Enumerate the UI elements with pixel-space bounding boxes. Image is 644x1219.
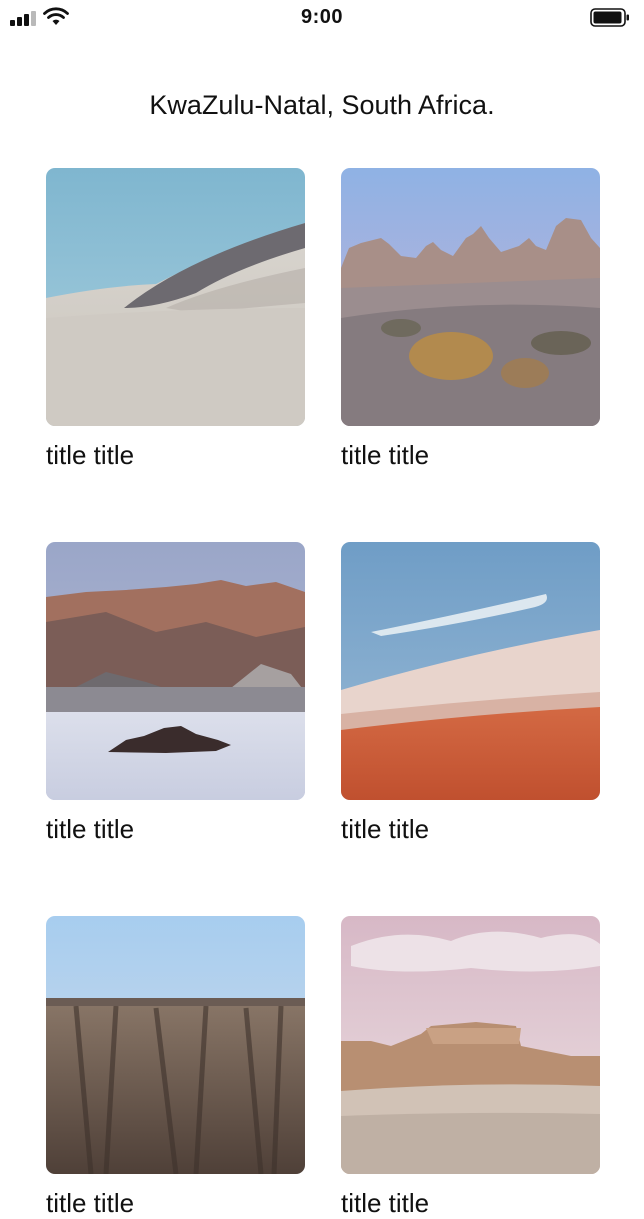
gallery-card[interactable]: title title: [46, 916, 305, 1219]
card-title: title title: [46, 1188, 135, 1218]
mountains-salt-flat-image[interactable]: [46, 542, 305, 800]
status-bar: 9:00: [0, 0, 644, 36]
photo-grid: title title title title title title titl…: [46, 168, 600, 1219]
gallery-card[interactable]: title title: [341, 916, 600, 1219]
canyon-cliffs-image[interactable]: [46, 916, 305, 1174]
gallery-card[interactable]: title title: [46, 168, 305, 471]
status-time: 9:00: [300, 6, 344, 28]
gallery-card[interactable]: title title: [341, 542, 600, 845]
page-title: KwaZulu-Natal, South Africa.: [149, 90, 495, 121]
card-title: title title: [46, 440, 135, 470]
battery-icon: [590, 8, 630, 27]
card-title: title title: [341, 440, 430, 470]
card-title: title title: [341, 1188, 430, 1218]
gallery-card[interactable]: title title: [46, 542, 305, 845]
red-desert-hill-image[interactable]: [341, 542, 600, 800]
sand-dunes-image[interactable]: [46, 168, 305, 426]
card-title: title title: [46, 814, 135, 844]
eroded-badlands-image[interactable]: [341, 916, 600, 1174]
rock-spires-image[interactable]: [341, 168, 600, 426]
card-title: title title: [341, 814, 430, 844]
gallery-card[interactable]: title title: [341, 168, 600, 471]
